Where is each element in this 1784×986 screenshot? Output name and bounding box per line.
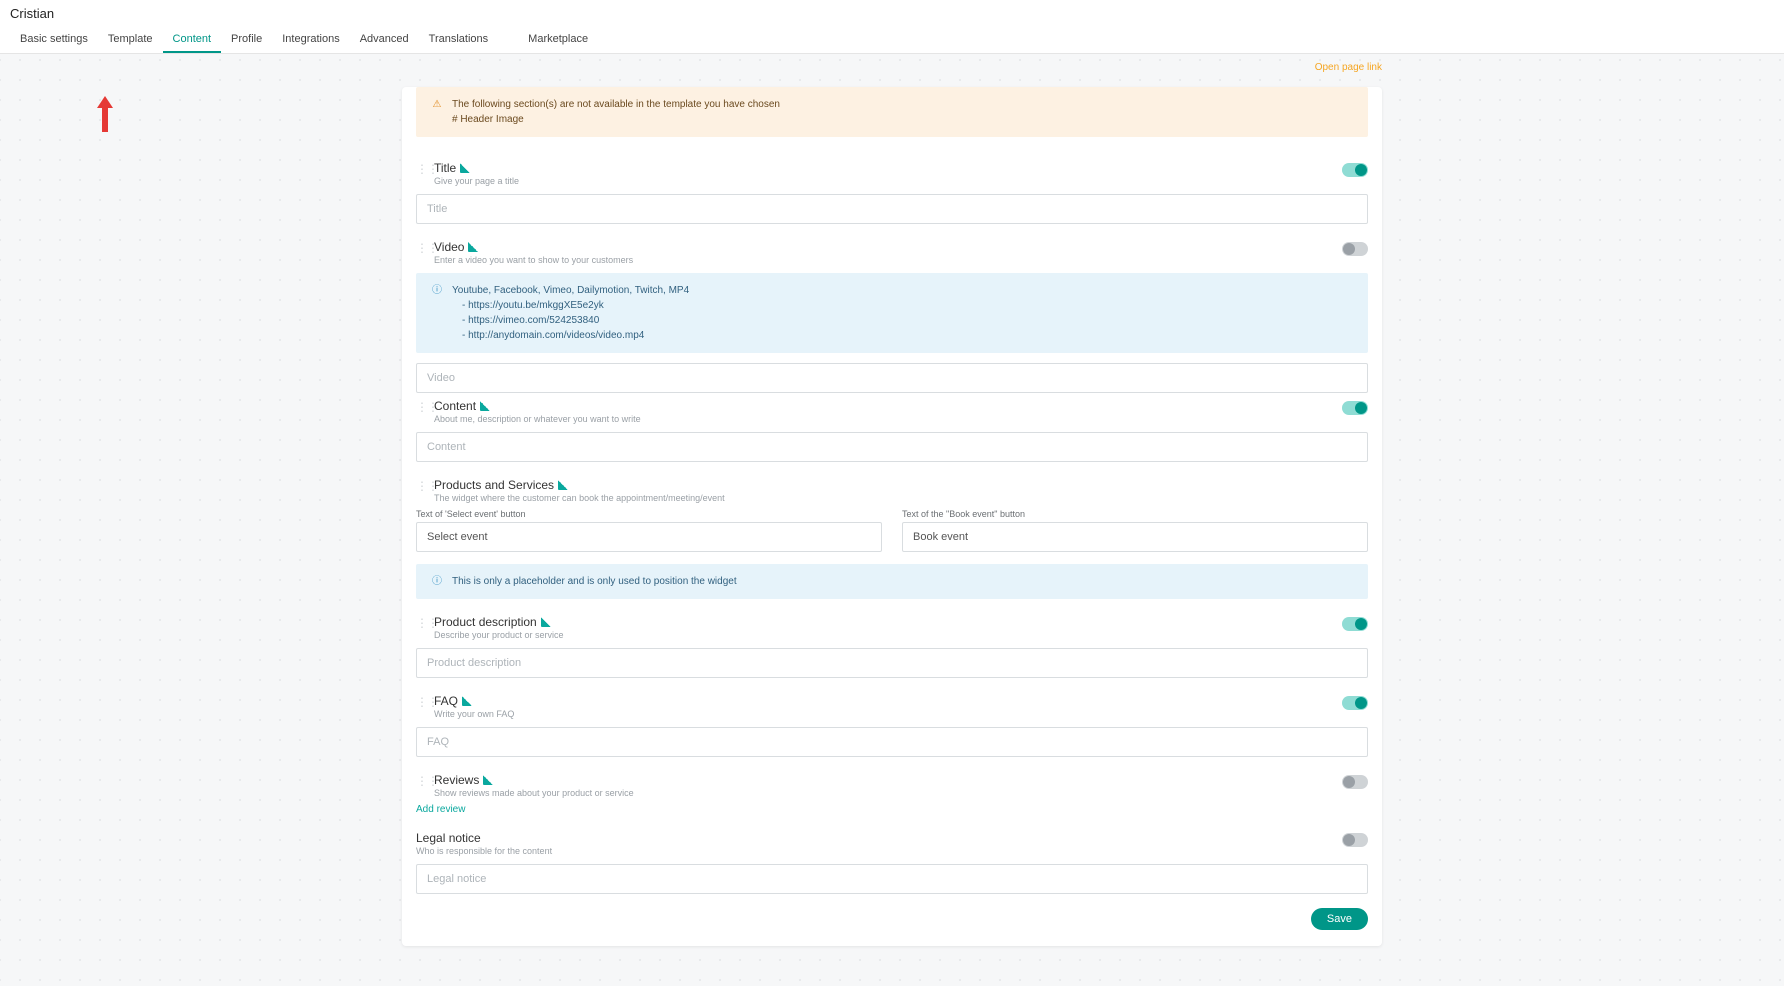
content-sub: About me, description or whatever you wa… xyxy=(434,414,1368,424)
warning-text-line2: # Header Image xyxy=(452,112,780,127)
video-info-alert: ⓘ Youtube, Facebook, Vimeo, Dailymotion,… xyxy=(416,273,1368,353)
toggle-faq[interactable] xyxy=(1342,696,1368,710)
add-review-link[interactable]: Add review xyxy=(416,804,465,815)
select-event-label: Text of 'Select event' button xyxy=(416,509,882,519)
section-faq: ⋮⋮ FAQ Write your own FAQ xyxy=(402,688,1382,767)
products-heading: Products and Services xyxy=(434,478,554,492)
edit-icon[interactable] xyxy=(483,775,493,785)
video-info-item: https://vimeo.com/524253840 xyxy=(462,313,689,328)
section-products: ⋮⋮ Products and Services The widget wher… xyxy=(402,472,1382,609)
faq-heading: FAQ xyxy=(434,694,458,708)
section-product-description: ⋮⋮ Product description Describe your pro… xyxy=(402,609,1382,688)
product-desc-heading: Product description xyxy=(434,615,537,629)
book-event-input[interactable] xyxy=(902,522,1368,552)
info-icon: ⓘ xyxy=(430,283,444,343)
faq-sub: Write your own FAQ xyxy=(434,709,1368,719)
toggle-reviews[interactable] xyxy=(1342,775,1368,789)
toggle-legal[interactable] xyxy=(1342,833,1368,847)
toggle-content[interactable] xyxy=(1342,401,1368,415)
header: Cristian Basic settings Template Content… xyxy=(0,0,1784,54)
save-button[interactable]: Save xyxy=(1311,908,1368,930)
edit-icon[interactable] xyxy=(480,401,490,411)
edit-icon[interactable] xyxy=(460,163,470,173)
legal-sub: Who is responsible for the content xyxy=(416,846,1368,856)
tab-translations[interactable]: Translations xyxy=(419,27,499,53)
info-icon: ⓘ xyxy=(430,574,444,589)
toggle-title[interactable] xyxy=(1342,163,1368,177)
video-input[interactable] xyxy=(416,363,1368,393)
title-sub: Give your page a title xyxy=(434,176,1368,186)
section-video: ⋮⋮ Video Enter a video you want to show … xyxy=(402,234,1382,393)
warning-icon: ⚠ xyxy=(430,97,444,127)
legal-heading: Legal notice xyxy=(416,831,481,845)
section-reviews: ⋮⋮ Reviews Show reviews made about your … xyxy=(402,767,1382,825)
drag-handle-icon[interactable]: ⋮⋮ xyxy=(416,480,428,492)
tab-profile[interactable]: Profile xyxy=(221,27,272,53)
products-info-text: This is only a placeholder and is only u… xyxy=(452,574,737,589)
product-desc-input[interactable] xyxy=(416,648,1368,678)
open-page-link[interactable]: Open page link xyxy=(1315,62,1382,73)
reviews-sub: Show reviews made about your product or … xyxy=(434,788,1368,798)
drag-handle-icon[interactable]: ⋮⋮ xyxy=(416,401,428,413)
video-sub: Enter a video you want to show to your c… xyxy=(434,255,1368,265)
toggle-product-description[interactable] xyxy=(1342,617,1368,631)
tab-advanced[interactable]: Advanced xyxy=(350,27,419,53)
annotation-arrow-icon xyxy=(95,94,115,134)
warning-text-line1: The following section(s) are not availab… xyxy=(452,97,780,112)
drag-handle-icon[interactable]: ⋮⋮ xyxy=(416,696,428,708)
tab-marketplace[interactable]: Marketplace xyxy=(518,27,598,53)
toggle-video[interactable] xyxy=(1342,242,1368,256)
products-info-alert: ⓘ This is only a placeholder and is only… xyxy=(416,564,1368,599)
edit-icon[interactable] xyxy=(558,480,568,490)
drag-handle-icon[interactable]: ⋮⋮ xyxy=(416,775,428,787)
products-sub: The widget where the customer can book t… xyxy=(434,493,1368,503)
legal-input[interactable] xyxy=(416,864,1368,894)
tab-integrations[interactable]: Integrations xyxy=(272,27,349,53)
video-info-item: https://youtu.be/mkggXE5e2yk xyxy=(462,298,689,313)
section-title: ⋮⋮ Title Give your page a title xyxy=(402,155,1382,234)
section-content: ⋮⋮ Content About me, description or what… xyxy=(402,393,1382,472)
tab-content[interactable]: Content xyxy=(163,27,222,53)
edit-icon[interactable] xyxy=(462,696,472,706)
faq-input[interactable] xyxy=(416,727,1368,757)
video-heading: Video xyxy=(434,240,464,254)
select-event-input[interactable] xyxy=(416,522,882,552)
section-legal: Legal notice Who is responsible for the … xyxy=(402,825,1382,904)
tab-template[interactable]: Template xyxy=(98,27,163,53)
warning-alert: ⚠ The following section(s) are not avail… xyxy=(416,87,1368,137)
title-input[interactable] xyxy=(416,194,1368,224)
video-info-item: http://anydomain.com/videos/video.mp4 xyxy=(462,328,689,343)
drag-handle-icon[interactable]: ⋮⋮ xyxy=(416,617,428,629)
page-title: Cristian xyxy=(0,0,1784,27)
book-event-label: Text of the "Book event" button xyxy=(902,509,1368,519)
drag-handle-icon[interactable]: ⋮⋮ xyxy=(416,242,428,254)
drag-handle-icon[interactable]: ⋮⋮ xyxy=(416,163,428,175)
tab-basic-settings[interactable]: Basic settings xyxy=(10,27,98,53)
title-heading: Title xyxy=(434,161,456,175)
content-card: ⚠ The following section(s) are not avail… xyxy=(402,87,1382,946)
content-input[interactable] xyxy=(416,432,1368,462)
product-desc-sub: Describe your product or service xyxy=(434,630,1368,640)
reviews-heading: Reviews xyxy=(434,773,479,787)
tab-bar: Basic settings Template Content Profile … xyxy=(0,27,1784,53)
video-info-head: Youtube, Facebook, Vimeo, Dailymotion, T… xyxy=(452,283,689,298)
content-heading: Content xyxy=(434,399,476,413)
open-page-link-row: Open page link xyxy=(402,62,1382,73)
edit-icon[interactable] xyxy=(468,242,478,252)
edit-icon[interactable] xyxy=(541,617,551,627)
